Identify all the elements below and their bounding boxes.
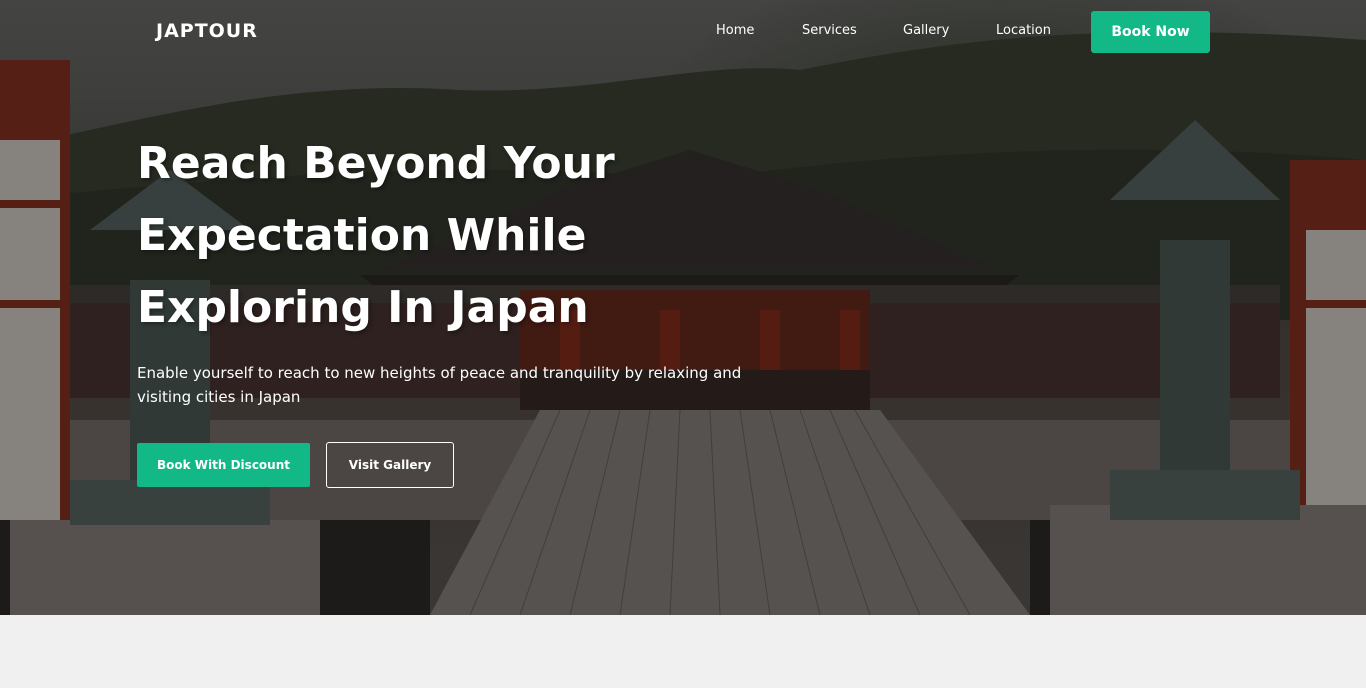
hero-subtitle: Enable yourself to reach to new heights … [137, 364, 742, 406]
visit-gallery-button[interactable]: Visit Gallery [326, 442, 454, 488]
book-with-discount-button[interactable]: Book With Discount [137, 443, 310, 487]
hero-title-line: Expectation While [137, 210, 587, 261]
hero-title-line: Exploring In Japan [137, 282, 589, 333]
hero-section: JAPTOUR Home Services Gallery Location B… [0, 0, 1366, 615]
nav-link-services[interactable]: Services [802, 23, 857, 38]
nav-link-location[interactable]: Location [996, 23, 1051, 38]
top-navbar: JAPTOUR Home Services Gallery Location B… [0, 0, 1366, 64]
book-now-button[interactable]: Book Now [1091, 11, 1210, 53]
nav-link-home[interactable]: Home [716, 23, 754, 38]
nav-link-gallery[interactable]: Gallery [903, 23, 949, 38]
brand-logo[interactable]: JAPTOUR [156, 20, 258, 42]
hero-title-line: Reach Beyond Your [137, 138, 615, 189]
hero-title: Reach Beyond Your Expectation While Expl… [137, 128, 697, 344]
